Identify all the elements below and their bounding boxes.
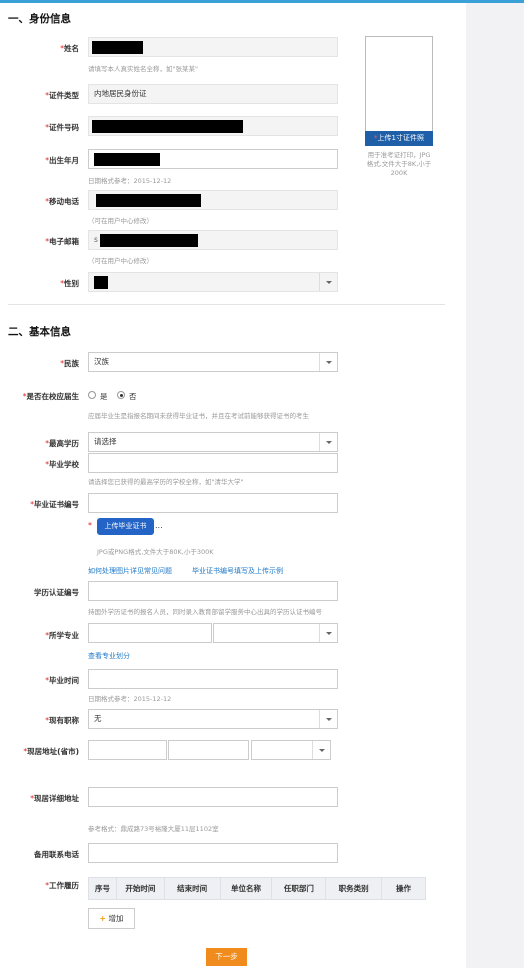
backup-phone-label: 备用联系电话 (34, 850, 79, 859)
redacted-birth (94, 153, 160, 166)
address-label: *现居地址(省市) (23, 747, 79, 756)
address-detail-input[interactable] (88, 787, 338, 807)
degree-cert-hint: 持国外学历证书的报名人员，同时录入教育部留学服务中心出具的学历认证书编号 (88, 608, 322, 616)
view-major-link[interactable]: 查看专业划分 (88, 651, 130, 661)
right-side-panel (466, 3, 524, 968)
table-header-row: 序号 开始时间 结束时间 单位名称 任职部门 职务类别 操作 (88, 877, 426, 900)
redacted-id-number (92, 120, 243, 133)
gender-label: *性别 (60, 279, 79, 288)
add-work-button[interactable]: + 增加 (88, 908, 135, 929)
section-divider (8, 304, 445, 305)
address-detail-label: *现居详细地址 (30, 794, 79, 803)
radio-yes-label: 是 (100, 392, 108, 401)
name-input[interactable] (88, 37, 338, 57)
school-hint: 请选择您已获得的最高学历的学校全称，如"清华大学" (88, 478, 244, 486)
birth-label: *出生年月 (45, 156, 79, 165)
degree-cert-input[interactable] (88, 581, 338, 601)
province-input[interactable] (88, 740, 167, 760)
image-faq-link[interactable]: 如何处理图片详见常见问题 (88, 566, 172, 576)
id-number-label: *证件号码 (45, 123, 79, 132)
cert-upload-required: * (88, 521, 92, 530)
title-level-select[interactable]: 无 (88, 709, 338, 729)
basic-section-title: 二、基本信息 (8, 326, 71, 338)
birth-input[interactable] (88, 149, 338, 169)
email-hint: （可在用户中心修改） (88, 257, 153, 265)
column-header: 开始时间 (115, 877, 165, 900)
redacted-mobile (96, 194, 201, 207)
grad-time-hint: 日期格式参考：2015-12-12 (88, 695, 172, 703)
chevron-down-icon (319, 710, 337, 728)
education-label: *最高学历 (45, 439, 79, 448)
column-header: 单位名称 (219, 877, 273, 900)
birth-hint: 日期格式参考：2015-12-12 (88, 177, 172, 185)
column-header: 职务类别 (325, 877, 383, 900)
education-select[interactable]: 请选择 (88, 432, 338, 452)
major-input[interactable] (88, 623, 212, 643)
photo-preview (365, 36, 433, 132)
column-header: 操作 (381, 877, 426, 900)
name-hint: 请填写本人真实姓名全称，如"张某某" (88, 65, 198, 73)
major-label: *所学专业 (45, 631, 79, 640)
upload-photo-button[interactable]: *上传1寸证件照 (365, 131, 433, 146)
radio-no[interactable] (117, 391, 125, 399)
school-label: *毕业学校 (45, 460, 79, 469)
backup-phone-input[interactable] (88, 843, 338, 863)
gender-select[interactable] (88, 272, 338, 292)
upload-cert-button[interactable]: 上传毕业证书 (97, 518, 154, 535)
identity-section-title: 一、身份信息 (8, 13, 71, 25)
degree-cert-label: 学历认证编号 (34, 588, 79, 597)
city-input[interactable] (168, 740, 249, 760)
chevron-down-icon (312, 741, 330, 759)
title-level-label: *现有职称 (45, 716, 79, 725)
grad-time-label: *毕业时间 (45, 676, 79, 685)
redacted-name (92, 41, 143, 54)
mobile-hint: （可在用户中心修改） (88, 217, 153, 225)
mobile-label: *移动电话 (45, 197, 79, 206)
mobile-field[interactable] (88, 190, 338, 210)
ethnicity-label: *民族 (60, 359, 79, 368)
current-grad-label: *是否在校应届生 (22, 392, 79, 401)
school-input[interactable] (88, 453, 338, 473)
id-type-field: 内地居民身份证 (88, 84, 338, 104)
photo-hint: 用于准考证打印，JPG格式,文件大于8K,小于200K (366, 151, 432, 177)
column-header: 序号 (88, 877, 117, 900)
chevron-down-icon (319, 433, 337, 451)
column-header: 任职部门 (271, 877, 327, 900)
id-number-field[interactable] (88, 116, 338, 136)
email-field[interactable]: s (88, 230, 338, 250)
chevron-down-icon (319, 353, 337, 371)
email-label: *电子邮箱 (45, 237, 79, 246)
district-select[interactable] (251, 740, 331, 760)
redacted-gender (94, 276, 108, 289)
chevron-down-icon (319, 273, 337, 291)
cert-no-input[interactable] (88, 493, 338, 513)
column-header: 结束时间 (163, 877, 221, 900)
ethnicity-select[interactable]: 汉族 (88, 352, 338, 372)
current-grad-hint: 应届毕业生是指报名期间未获得毕业证书，并且在考试前能够获得证书的考生 (88, 412, 309, 420)
cert-no-label: *毕业证书编号 (30, 500, 79, 509)
address-detail-hint: 参考格式：鼎成路73号裕隆大厦11层1102室 (88, 825, 219, 833)
email-prefix: s (94, 235, 98, 244)
top-accent-bar (0, 0, 524, 3)
cert-upload-hint: JPG或PNG格式,文件大于80K,小于300K (97, 548, 214, 556)
work-history-table: 序号 开始时间 结束时间 单位名称 任职部门 职务类别 操作 (88, 877, 426, 900)
chevron-down-icon (319, 624, 337, 642)
next-step-button[interactable]: 下一步 (206, 948, 247, 966)
redacted-email (100, 234, 198, 247)
cert-ellipsis: ... (155, 521, 163, 530)
radio-yes[interactable] (88, 391, 96, 399)
id-type-label: *证件类型 (45, 91, 79, 100)
grad-time-input[interactable] (88, 669, 338, 689)
major-select[interactable] (213, 623, 338, 643)
work-history-label: *工作履历 (45, 881, 79, 890)
radio-no-label: 否 (129, 392, 137, 401)
name-label: *姓名 (60, 44, 79, 53)
cert-example-link[interactable]: 毕业证书编号填写及上传示例 (192, 566, 283, 576)
